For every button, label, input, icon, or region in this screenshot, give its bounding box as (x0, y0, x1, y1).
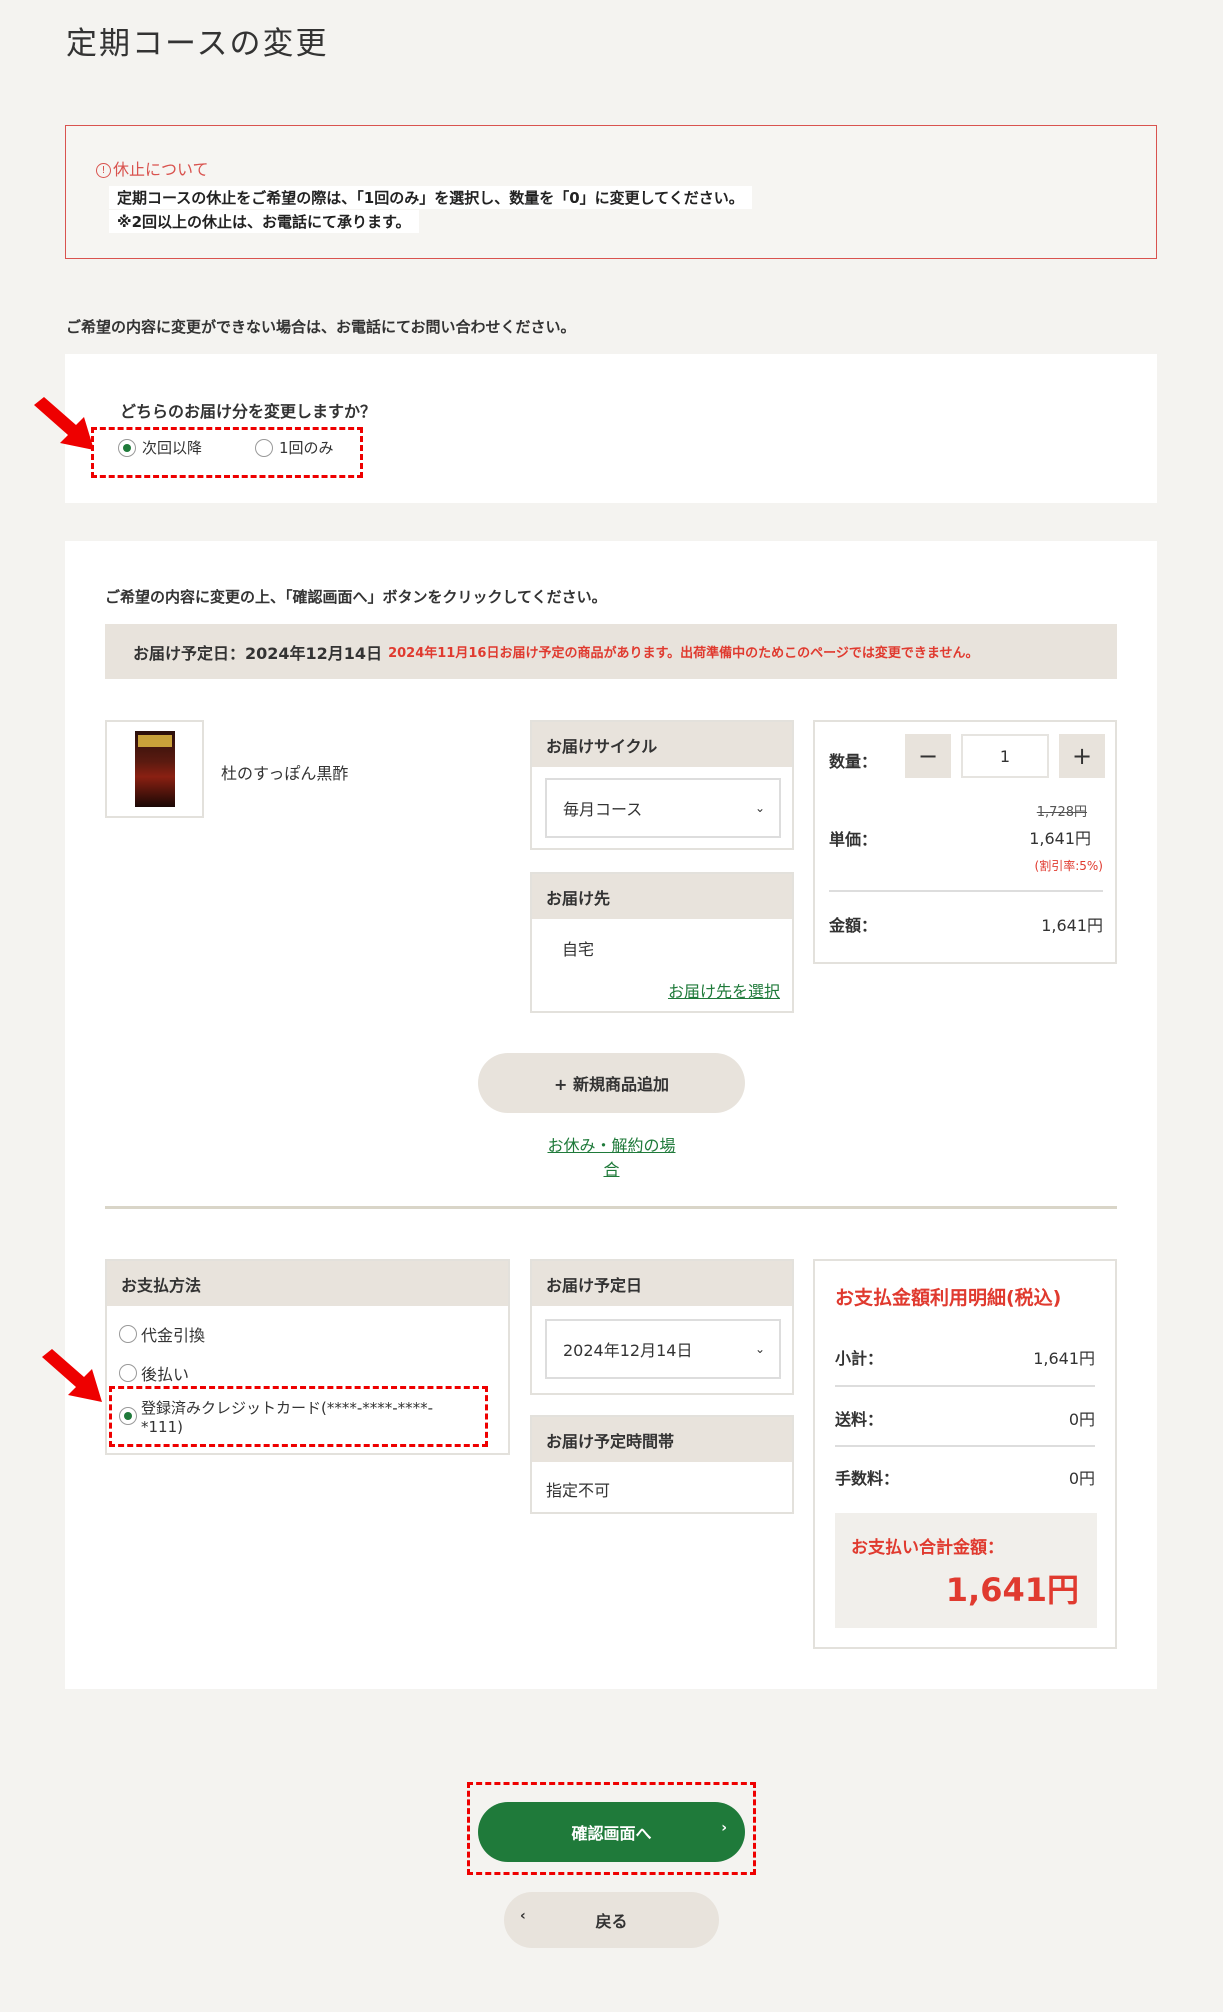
contact-text: ご希望の内容に変更ができない場合は、お電話にてお問い合わせください。 (66, 318, 576, 336)
quantity-stepper: − 1 + (905, 734, 1105, 778)
unit-price: 1,641円 (1029, 829, 1091, 848)
chevron-left-icon: ‹ (520, 1908, 526, 1924)
delivery-time-box: お届け予定時間帯 指定不可 (530, 1415, 794, 1514)
qty-plus-button[interactable]: + (1059, 734, 1105, 778)
instructions: ご希望の内容に変更の上、「確認画面へ」ボタンをクリックしてください。 (105, 588, 607, 606)
confirm-button[interactable]: 確認画面へ › (478, 1802, 745, 1862)
delivery-bar: お届け予定日：2024年12月14日 2024年11月16日お届け予定の商品があ… (105, 624, 1117, 679)
notice-line-2: ※2回以上の休止は、お電話にて承ります。 (109, 210, 419, 233)
delivery-date-box: お届け予定日 2024年12月14日 ⌄ (530, 1259, 794, 1395)
add-product-button[interactable]: + 新規商品追加 (478, 1053, 745, 1113)
shipping-label: 送料： (835, 1410, 884, 1429)
price-divider (829, 890, 1103, 892)
radio-unselected-icon (119, 1325, 137, 1343)
fee-label: 手数料： (835, 1469, 900, 1488)
alert-icon: ! (96, 163, 111, 178)
notice-title: ! 休止について (96, 156, 209, 180)
price-box: 数量： − 1 + 単価： 1,728円 1,641円 (割引率:5%) 金額：… (813, 720, 1117, 964)
back-button[interactable]: ‹ 戻る (504, 1892, 719, 1948)
chevron-down-icon: ⌄ (754, 801, 765, 815)
cycle-box: お届けサイクル 毎月コース ⌄ (530, 720, 794, 850)
pause-notice: ! 休止について 定期コースの休止をご希望の際は、「1回のみ」を選択し、数量を「0… (65, 125, 1157, 259)
amount-value: 1,641円 (1041, 916, 1103, 935)
chevron-right-icon: › (721, 1820, 727, 1836)
subtotal-value: 1,641円 (1033, 1349, 1095, 1368)
highlight-box-target (91, 427, 363, 478)
destination-value: 自宅 (562, 940, 595, 959)
highlight-box-payment (109, 1386, 488, 1447)
product-name: 杜のすっぽん黒酢 (221, 764, 349, 783)
unit-price-label: 単価： (829, 830, 878, 849)
discount-rate: (割引率:5%) (1034, 859, 1103, 873)
fee-value: 0円 (1068, 1469, 1095, 1488)
payment-deferred[interactable]: 後払い (119, 1361, 189, 1385)
product-image (105, 720, 204, 818)
summary-divider (835, 1385, 1095, 1387)
summary-divider (835, 1445, 1095, 1447)
delivery-date-select[interactable]: 2024年12月14日 ⌄ (545, 1319, 781, 1379)
payment-header: お支払方法 (107, 1261, 508, 1306)
total-panel: お支払い合計金額： 1,641円 (835, 1513, 1097, 1628)
payment-summary-box: お支払金額利用明細(税込) 小計： 1,641円 送料： 0円 手数料： 0円 … (813, 1259, 1117, 1649)
delivery-time-header: お届け予定時間帯 (532, 1417, 792, 1462)
page-title: 定期コースの変更 (66, 26, 329, 62)
destination-header: お届け先 (532, 874, 792, 919)
cycle-header: お届けサイクル (532, 722, 792, 767)
total-label: お支払い合計金額： (851, 1538, 1004, 1558)
qty-minus-button[interactable]: − (905, 734, 951, 778)
destination-box: お届け先 自宅 お届け先を選択 (530, 872, 794, 1013)
delivery-time-value: 指定不可 (546, 1481, 611, 1500)
notice-line-1: 定期コースの休止をご希望の際は、「1回のみ」を選択し、数量を「0」に変更してくだ… (109, 186, 752, 209)
payment-cod[interactable]: 代金引換 (119, 1322, 205, 1346)
red-arrow-icon (42, 1349, 102, 1402)
qty-label: 数量： (829, 752, 878, 771)
amount-label: 金額： (829, 916, 878, 935)
target-question: どちらのお届け分を変更しますか？ (120, 402, 377, 421)
section-divider (105, 1206, 1117, 1209)
subtotal-label: 小計： (835, 1349, 884, 1368)
product-package (134, 731, 175, 807)
package-label (137, 735, 172, 747)
select-destination-link[interactable]: お届け先を選択 (668, 978, 780, 1002)
cycle-select[interactable]: 毎月コース ⌄ (545, 778, 781, 838)
red-arrow-icon (34, 397, 94, 450)
shipping-value: 0円 (1068, 1410, 1095, 1429)
qty-input[interactable]: 1 (961, 734, 1049, 778)
summary-title: お支払金額利用明細(税込) (835, 1287, 1062, 1309)
delivery-date-header: お届け予定日 (532, 1261, 792, 1306)
total-value: 1,641円 (945, 1571, 1079, 1609)
original-price: 1,728円 (1036, 805, 1087, 820)
chevron-down-icon: ⌄ (754, 1342, 765, 1356)
radio-unselected-icon (119, 1364, 137, 1382)
pause-cancel-link[interactable]: お休み・解約の場合 (540, 1132, 683, 1180)
